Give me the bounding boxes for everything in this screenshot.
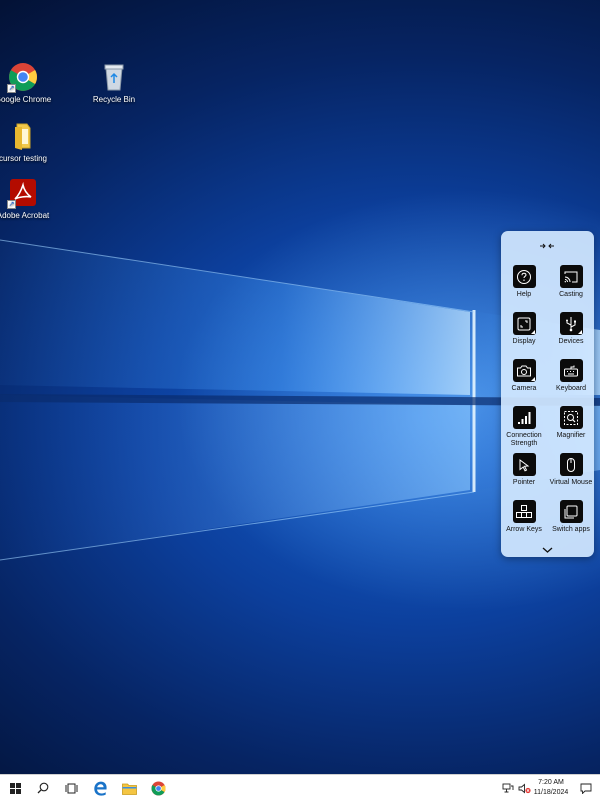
system-clock[interactable]: 7:20 AM 11/18/2024 [531,778,571,798]
tile-casting[interactable]: Casting [548,265,594,299]
keyboard-icon [559,359,583,382]
chrome-icon[interactable] [145,775,171,800]
magnifier-icon [559,406,583,429]
tile-pointer[interactable]: Pointer [501,453,547,487]
tile-devices[interactable]: Devices [548,312,594,346]
task-view-icon[interactable] [58,775,84,800]
shortcut-arrow-icon: ↗ [7,200,16,209]
usb-icon [559,312,583,335]
desktop-icon-adobe-acrobat[interactable]: ↗ Adobe Acrobat [0,178,54,220]
taskbar: 7:20 AM 11/18/2024 [0,774,600,800]
tile-magnifier[interactable]: Magnifier [548,406,594,440]
chevron-down-icon[interactable] [541,541,554,553]
tile-keyboard[interactable]: Keyboard [548,359,594,393]
switch-apps-icon [559,500,583,523]
tile-switch-apps[interactable]: Switch apps [548,500,594,534]
tile-connection-strength[interactable]: Connection Strength [501,406,547,448]
clock-date: 11/18/2024 [533,789,569,796]
desktop-icon-recycle-bin[interactable]: Recycle Bin [83,62,145,104]
camera-icon [512,359,536,382]
tile-display[interactable]: Display [501,312,547,346]
quick-access-panel: Help Casting Display Devices Camera Keyb… [501,231,594,557]
search-icon[interactable] [30,775,56,800]
edge-icon[interactable] [87,775,113,800]
tile-arrow-keys[interactable]: Arrow Keys [501,500,547,534]
network-icon[interactable] [500,775,516,800]
recycle-bin-icon [99,62,129,92]
collapse-arrows-icon[interactable] [537,241,557,253]
clock-time: 7:20 AM [538,779,564,786]
folder-icon [8,121,38,151]
tile-virtual-mouse[interactable]: Virtual Mouse [548,453,594,487]
desktop-icon-cursor-testing[interactable]: cursor testing [0,121,54,163]
arrow-keys-icon [512,500,536,523]
tile-help[interactable]: Help [501,265,547,299]
desktop[interactable]: ↗ Google Chrome Recycle Bin cursor testi… [0,0,600,774]
chrome-icon: ↗ [7,62,38,93]
help-icon [512,265,536,288]
desktop-icon-chrome[interactable]: ↗ Google Chrome [0,62,54,104]
volume-muted-icon[interactable] [516,775,532,800]
signal-bars-icon [512,406,536,429]
mouse-icon [559,453,583,476]
tile-camera[interactable]: Camera [501,359,547,393]
windows-start-icon[interactable] [2,775,28,800]
notifications-icon[interactable] [573,775,599,800]
acrobat-icon: ↗ [7,178,38,209]
pointer-icon [512,453,536,476]
file-explorer-icon[interactable] [116,775,142,800]
display-icon [512,312,536,335]
shortcut-arrow-icon: ↗ [7,84,16,93]
casting-icon [559,265,583,288]
